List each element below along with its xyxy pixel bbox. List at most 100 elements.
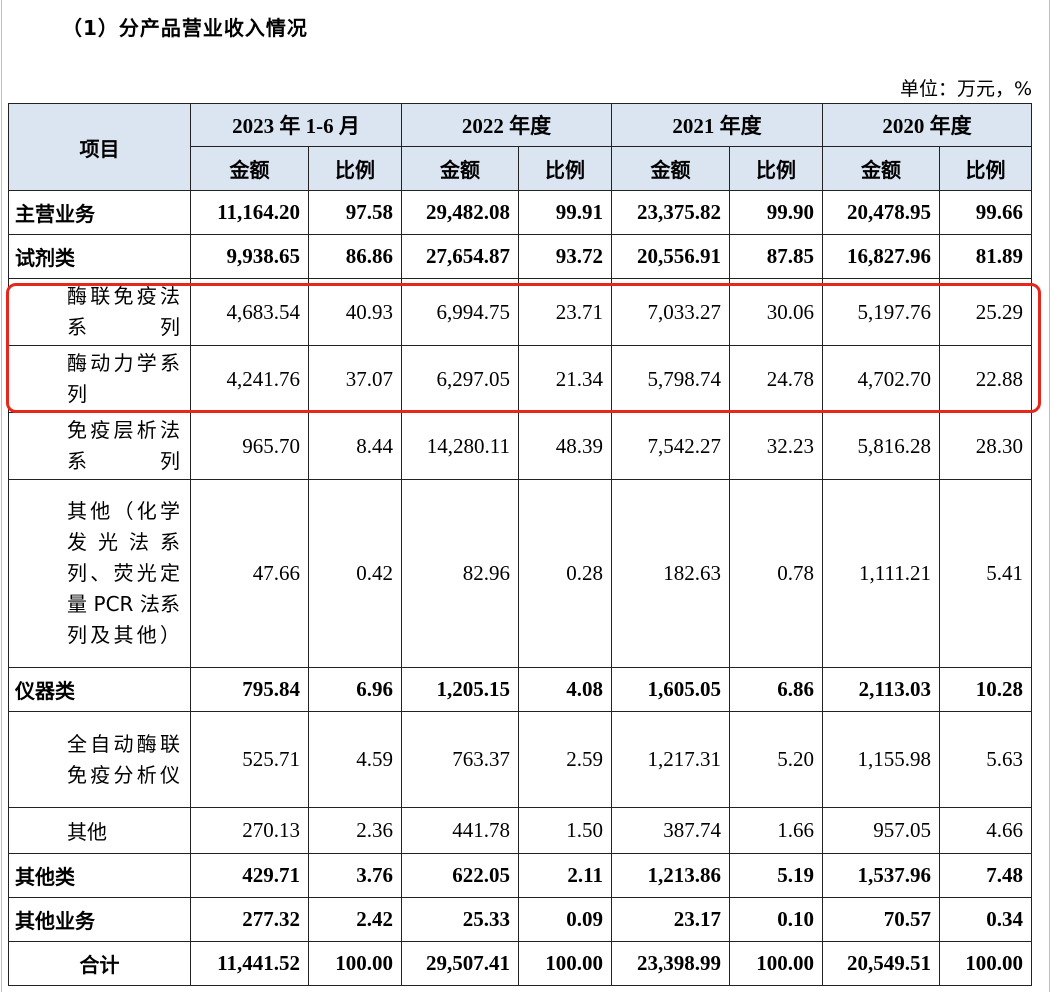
ratio-cell: 40.93 <box>308 278 402 346</box>
row-label: 其他业务 <box>8 897 191 942</box>
ratio-cell: 97.58 <box>308 190 402 235</box>
table-row: 全自动酶联免疫分析仪 525.71 4.59 763.37 2.59 1,217.31 5.… <box>8 711 1032 808</box>
ratio-cell: 23.71 <box>518 278 612 346</box>
table-row: 合计 11,441.52 100.00 29,507.41 100.00 23,398.9… <box>8 941 1032 986</box>
amount-cell: 11,441.52 <box>190 941 309 986</box>
row-label: 其他 <box>8 807 191 854</box>
amount-cell: 763.37 <box>401 711 519 808</box>
header-item: 项目 <box>8 103 191 191</box>
ratio-cell: 5.41 <box>939 479 1032 668</box>
amount-cell: 1,111.21 <box>822 479 940 668</box>
ratio-cell: 2.11 <box>518 853 612 898</box>
row-label: 其他类 <box>8 853 191 898</box>
header-ratio: 比例 <box>308 146 402 191</box>
amount-cell: 1,213.86 <box>611 853 730 898</box>
ratio-cell: 100.00 <box>729 941 823 986</box>
ratio-cell: 99.91 <box>518 190 612 235</box>
amount-cell: 20,549.51 <box>822 941 940 986</box>
ratio-cell: 37.07 <box>308 345 402 413</box>
ratio-cell: 100.00 <box>939 941 1032 986</box>
row-label: 主营业务 <box>8 190 191 235</box>
amount-cell: 20,478.95 <box>822 190 940 235</box>
amount-cell: 25.33 <box>401 897 519 942</box>
ratio-cell: 87.85 <box>729 234 823 279</box>
header-amount: 金额 <box>401 146 519 191</box>
amount-cell: 29,507.41 <box>401 941 519 986</box>
ratio-cell: 28.30 <box>939 412 1032 480</box>
ratio-cell: 10.28 <box>939 667 1032 712</box>
header-period: 2023 年 1-6 月 <box>190 103 402 147</box>
ratio-cell: 7.48 <box>939 853 1032 898</box>
table-row: 酶动力学系列 4,241.76 37.07 6,297.05 21.34 5,798.74… <box>8 345 1032 413</box>
amount-cell: 4,702.70 <box>822 345 940 413</box>
row-label: 酶动力学系列 <box>8 345 191 413</box>
amount-cell: 70.57 <box>822 897 940 942</box>
amount-cell: 5,816.28 <box>822 412 940 480</box>
amount-cell: 5,798.74 <box>611 345 730 413</box>
amount-cell: 429.71 <box>190 853 309 898</box>
ratio-cell: 1.66 <box>729 807 823 854</box>
amount-cell: 1,217.31 <box>611 711 730 808</box>
ratio-cell: 86.86 <box>308 234 402 279</box>
header-period: 2020 年度 <box>822 103 1032 147</box>
ratio-cell: 0.78 <box>729 479 823 668</box>
ratio-cell: 2.36 <box>308 807 402 854</box>
ratio-cell: 99.90 <box>729 190 823 235</box>
table-row: 仪器类 795.84 6.96 1,205.15 4.08 1,605.05 6.86 2,1… <box>8 667 1032 712</box>
ratio-cell: 2.42 <box>308 897 402 942</box>
header-amount: 金额 <box>822 146 940 191</box>
amount-cell: 27,654.87 <box>401 234 519 279</box>
table-row: 其他（化学发光法系列、荧光定量 PCR 法系列及其他） 47.66 0.42 82.9… <box>8 479 1032 668</box>
row-label: 免疫层析法系列 <box>8 412 191 480</box>
amount-cell: 2,113.03 <box>822 667 940 712</box>
header-ratio: 比例 <box>729 146 823 191</box>
ratio-cell: 21.34 <box>518 345 612 413</box>
ratio-cell: 0.42 <box>308 479 402 668</box>
ratio-cell: 1.50 <box>518 807 612 854</box>
amount-cell: 622.05 <box>401 853 519 898</box>
ratio-cell: 2.59 <box>518 711 612 808</box>
amount-cell: 6,297.05 <box>401 345 519 413</box>
ratio-cell: 81.89 <box>939 234 1032 279</box>
amount-cell: 5,197.76 <box>822 278 940 346</box>
ratio-cell: 30.06 <box>729 278 823 346</box>
section-heading: （1）分产品营业收入情况 <box>62 16 308 40</box>
amount-cell: 1,605.05 <box>611 667 730 712</box>
ratio-cell: 0.09 <box>518 897 612 942</box>
row-label: 其他（化学发光法系列、荧光定量 PCR 法系列及其他） <box>8 479 191 668</box>
ratio-cell: 4.08 <box>518 667 612 712</box>
ratio-cell: 4.59 <box>308 711 402 808</box>
amount-cell: 23.17 <box>611 897 730 942</box>
ratio-cell: 5.19 <box>729 853 823 898</box>
amount-cell: 387.74 <box>611 807 730 854</box>
header-period: 2021 年度 <box>611 103 823 147</box>
ratio-cell: 6.86 <box>729 667 823 712</box>
ratio-cell: 48.39 <box>518 412 612 480</box>
amount-cell: 82.96 <box>401 479 519 668</box>
amount-cell: 23,398.99 <box>611 941 730 986</box>
amount-cell: 16,827.96 <box>822 234 940 279</box>
amount-cell: 965.70 <box>190 412 309 480</box>
header-amount: 金额 <box>190 146 309 191</box>
amount-cell: 9,938.65 <box>190 234 309 279</box>
amount-cell: 525.71 <box>190 711 309 808</box>
header-amount: 金额 <box>611 146 730 191</box>
ratio-cell: 3.76 <box>308 853 402 898</box>
ratio-cell: 22.88 <box>939 345 1032 413</box>
amount-cell: 29,482.08 <box>401 190 519 235</box>
amount-cell: 14,280.11 <box>401 412 519 480</box>
amount-cell: 957.05 <box>822 807 940 854</box>
row-label: 试剂类 <box>8 234 191 279</box>
row-label: 合计 <box>8 941 191 986</box>
row-label: 仪器类 <box>8 667 191 712</box>
row-label: 全自动酶联免疫分析仪 <box>8 711 191 808</box>
amount-cell: 4,241.76 <box>190 345 309 413</box>
table-row: 免疫层析法系列 965.70 8.44 14,280.11 48.39 7,542.27 3… <box>8 412 1032 480</box>
amount-cell: 1,205.15 <box>401 667 519 712</box>
ratio-cell: 32.23 <box>729 412 823 480</box>
amount-cell: 441.78 <box>401 807 519 854</box>
row-label: 酶联免疫法系列 <box>8 278 191 346</box>
amount-cell: 7,542.27 <box>611 412 730 480</box>
ratio-cell: 8.44 <box>308 412 402 480</box>
revenue-table: 项目 2023 年 1-6 月 2022 年度 2021 年度 2020 年度 … <box>8 103 1032 986</box>
